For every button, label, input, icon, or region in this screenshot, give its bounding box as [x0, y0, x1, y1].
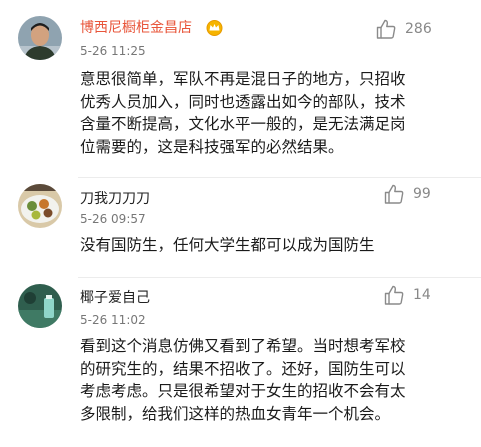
avatar-photo	[18, 284, 62, 328]
comment-item: 刀我刀刀刀 5-26 09:57 99 没有国防生，任何大学生都可以成为国防生	[0, 178, 481, 278]
like-button[interactable]: 14	[383, 284, 431, 306]
like-count: 99	[413, 186, 431, 202]
thumbs-up-icon	[384, 184, 404, 204]
comment-text-line: 优秀人员加入，同时也透露出如今的部队，技术	[80, 92, 406, 111]
comment-text: 看到这个消息仿佛又看到了希望。当时想考军校 的研究生的，结果不招收了。还好，国防…	[80, 335, 406, 425]
comment-timestamp: 5-26 11:25	[80, 44, 146, 58]
thumbs-up-icon	[384, 285, 404, 305]
avatar[interactable]	[18, 16, 62, 60]
comment-text-line: 的研究生的，结果不招收了。还好，国防生可以	[80, 359, 406, 378]
comment-text-line: 没有国防生，任何大学生都可以成为国防生	[80, 236, 375, 254]
comment-item: 椰子爱自己 5-26 11:02 14 看到这个消息仿佛又看到了希望。当时想考军…	[0, 278, 481, 447]
comment-timestamp: 5-26 11:02	[80, 313, 146, 327]
like-count: 286	[405, 21, 432, 37]
comment-text-line: 多限制，给我们这样的热血女青年一个机会。	[80, 404, 391, 423]
comment-text-line: 含量不断提高，文化水平一般的，是无法满足岗	[80, 115, 406, 133]
comment-username[interactable]: 刀我刀刀刀	[80, 190, 150, 208]
vip-crown-icon	[206, 20, 223, 36]
like-button[interactable]: 99	[383, 183, 431, 205]
avatar-photo	[18, 16, 62, 60]
comment-item: 博西尼橱柜金昌店 5-26 11:25 286 意思很简单，军队不再是混日子的地…	[0, 0, 481, 178]
avatar[interactable]	[18, 184, 62, 228]
like-count: 14	[413, 287, 431, 303]
avatar-photo	[18, 184, 62, 228]
like-button[interactable]: 286	[375, 18, 432, 40]
comment-text-line: 看到这个消息仿佛又看到了希望。当时想考军校	[80, 337, 406, 355]
comment-text-line: 考虑考虑。只是很希望对于女生的招收不会有太	[80, 382, 406, 400]
comment-username[interactable]: 博西尼橱柜金昌店	[80, 19, 192, 37]
comment-timestamp: 5-26 09:57	[80, 212, 146, 226]
comment-text: 意思很简单，军队不再是混日子的地方，只招收 优秀人员加入，同时也透露出如今的部队…	[80, 68, 406, 158]
comment-text-line: 意思很简单，军队不再是混日子的地方，只招收	[80, 70, 406, 88]
avatar[interactable]	[18, 284, 62, 328]
thumbs-up-icon	[376, 19, 396, 39]
comment-text-line: 位需要的，这是科技强军的必然结果。	[80, 137, 344, 156]
comment-text: 没有国防生，任何大学生都可以成为国防生	[80, 234, 375, 257]
comment-username[interactable]: 椰子爱自己	[80, 289, 150, 307]
